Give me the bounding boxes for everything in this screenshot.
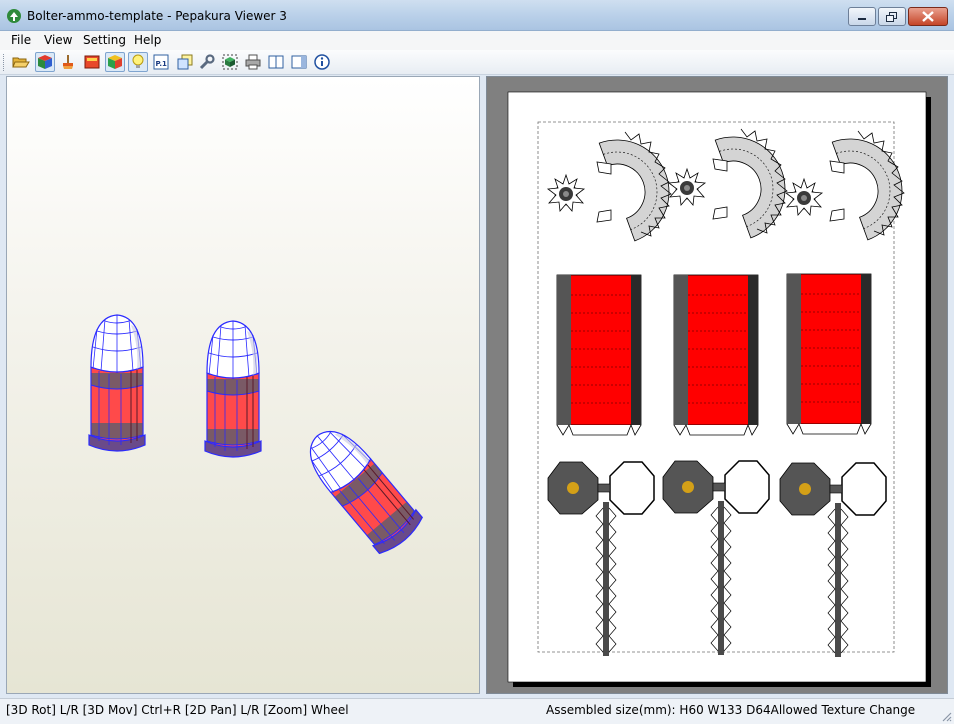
paint-brush-icon — [63, 55, 73, 69]
svg-text:P.1: P.1 — [156, 60, 168, 68]
toolbar: P.1 — [0, 50, 954, 75]
settings-button[interactable] — [197, 52, 217, 72]
single-view-button[interactable] — [289, 52, 309, 72]
printer-icon — [245, 54, 261, 70]
window-title: Bolter-ammo-template - Pepakura Viewer 3 — [27, 9, 287, 23]
texture-icon — [84, 55, 100, 69]
pepakura-app-icon — [7, 9, 21, 23]
close-icon — [922, 11, 934, 22]
3d-view-icon — [38, 55, 52, 69]
3d-view-button[interactable] — [35, 52, 55, 72]
restore-icon — [886, 11, 897, 22]
paint-button[interactable] — [58, 52, 78, 72]
title-bar[interactable]: Bolter-ammo-template - Pepakura Viewer 3 — [0, 0, 954, 31]
menu-view[interactable]: View — [44, 33, 72, 47]
print-button[interactable] — [243, 52, 263, 72]
status-controls-hint: [3D Rot] L/R [3D Mov] Ctrl+R [2D Pan] L/… — [6, 703, 349, 717]
color-cube-icon — [108, 55, 122, 69]
maximize-button[interactable] — [878, 7, 906, 26]
wrench-icon — [199, 54, 215, 70]
info-button[interactable] — [312, 52, 332, 72]
status-assembled-size: Assembled size(mm): H60 W133 D64Allowed … — [546, 703, 916, 717]
status-bar: [3D Rot] L/R [3D Mov] Ctrl+R [2D Pan] L/… — [0, 698, 954, 724]
2d-pattern-view — [507, 91, 931, 687]
single-view-icon — [291, 55, 307, 69]
multiple-pages-icon — [177, 54, 193, 70]
2d-viewport[interactable] — [486, 76, 948, 694]
split-view-button[interactable] — [266, 52, 286, 72]
texture-button[interactable] — [82, 52, 102, 72]
menu-bar: File View Setting Help — [0, 31, 954, 50]
color-button[interactable] — [105, 52, 125, 72]
light-bulb-icon — [132, 54, 144, 68]
menu-file[interactable]: File — [11, 33, 31, 47]
menu-help[interactable]: Help — [134, 33, 161, 47]
page-number-icon: P.1 — [153, 54, 169, 70]
3d-model-view — [88, 314, 427, 559]
toolbar-grip[interactable] — [3, 54, 6, 71]
select-cube-button[interactable] — [220, 52, 240, 72]
split-view-icon — [268, 55, 284, 69]
open-folder-icon — [12, 57, 30, 68]
info-icon — [314, 54, 330, 70]
page-number-button[interactable]: P.1 — [151, 52, 171, 72]
minimize-icon — [858, 17, 866, 20]
open-button[interactable] — [11, 52, 31, 72]
minimize-button[interactable] — [848, 7, 876, 26]
cube-select-icon — [222, 54, 238, 70]
close-button[interactable] — [908, 7, 948, 26]
multiple-pages-button[interactable] — [175, 52, 195, 72]
resize-grip-icon[interactable] — [940, 710, 952, 722]
3d-viewport[interactable] — [6, 76, 480, 694]
light-button[interactable] — [128, 52, 148, 72]
menu-setting[interactable]: Setting — [83, 33, 126, 47]
